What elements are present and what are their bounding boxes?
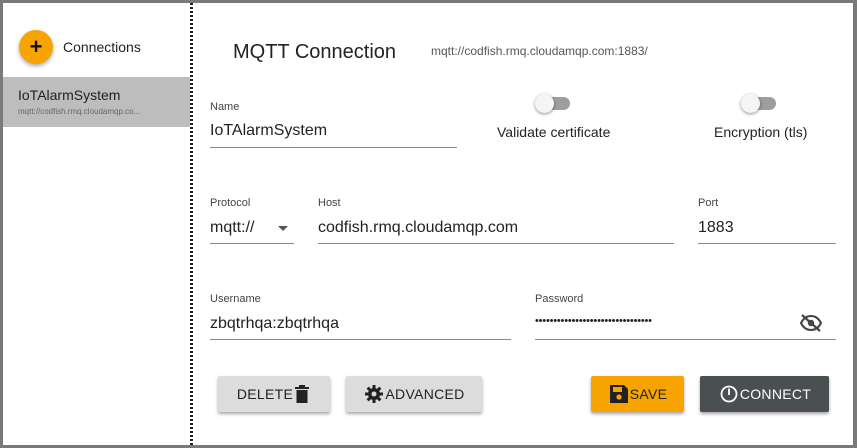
add-connection-row: + Connections xyxy=(19,30,141,64)
username-underline xyxy=(210,339,511,340)
toggle-thumb xyxy=(535,94,554,113)
username-label: Username xyxy=(210,293,261,305)
protocol-underline xyxy=(210,243,294,244)
advanced-button-label: ADVANCED xyxy=(385,386,465,402)
host-field[interactable]: codfish.rmq.cloudamqp.com xyxy=(318,219,518,237)
connect-button-label: CONNECT xyxy=(739,386,812,402)
connection-url-subtitle: mqtt://codfish.rmq.cloudamqp.com:1883/ xyxy=(431,44,648,58)
sidebar: + Connections IoTAlarmSystem mqtt://codf… xyxy=(3,3,190,445)
add-connection-button[interactable]: + xyxy=(19,30,53,64)
encryption-label: Encryption (tls) xyxy=(714,124,808,140)
validate-certificate-label: Validate certificate xyxy=(497,124,611,140)
protocol-select[interactable]: mqtt:// xyxy=(210,219,254,237)
connections-label: Connections xyxy=(63,39,141,55)
protocol-label: Protocol xyxy=(210,197,251,209)
chevron-down-icon[interactable] xyxy=(278,226,288,231)
floppy-disk-icon xyxy=(609,385,628,403)
advanced-button[interactable]: ADVANCED xyxy=(346,376,482,412)
host-underline xyxy=(318,243,674,244)
connection-name: IoTAlarmSystem xyxy=(18,87,121,103)
name-field-underline xyxy=(210,147,457,148)
name-label: Name xyxy=(210,101,240,113)
power-icon xyxy=(720,385,738,403)
trash-icon xyxy=(295,385,310,403)
port-field[interactable]: 1883 xyxy=(698,219,734,237)
eye-off-icon[interactable] xyxy=(799,313,823,333)
password-label: Password xyxy=(535,293,584,305)
page-title: MQTT Connection xyxy=(233,41,397,63)
plus-icon: + xyxy=(29,34,43,59)
connect-button[interactable]: CONNECT xyxy=(700,376,829,412)
gear-icon xyxy=(365,385,384,403)
connection-url: mqtt://codfish.rmq.cloudamqp.co... xyxy=(18,107,141,116)
encryption-toggle[interactable] xyxy=(741,93,777,113)
port-underline xyxy=(698,243,836,244)
save-button-label: SAVE xyxy=(629,386,668,402)
save-button[interactable]: SAVE xyxy=(591,376,684,412)
password-underline xyxy=(535,339,836,340)
delete-button-label: DELETE xyxy=(236,386,294,402)
username-field[interactable]: zbqtrhqa:zbqtrhqa xyxy=(210,315,339,333)
sidebar-item-iotalarmsystem[interactable]: IoTAlarmSystem mqtt://codfish.rmq.clouda… xyxy=(3,77,190,127)
validate-certificate-toggle[interactable] xyxy=(535,93,571,113)
toggle-thumb xyxy=(741,94,760,113)
name-field[interactable]: IoTAlarmSystem xyxy=(210,122,327,140)
delete-button[interactable]: DELETE xyxy=(218,376,330,412)
port-label: Port xyxy=(698,197,719,209)
host-label: Host xyxy=(318,197,341,209)
connection-form-panel: MQTT Connection mqtt://codfish.rmq.cloud… xyxy=(193,3,853,445)
password-field[interactable]: •••••••••••••••••••••••••••••••• xyxy=(535,315,652,327)
